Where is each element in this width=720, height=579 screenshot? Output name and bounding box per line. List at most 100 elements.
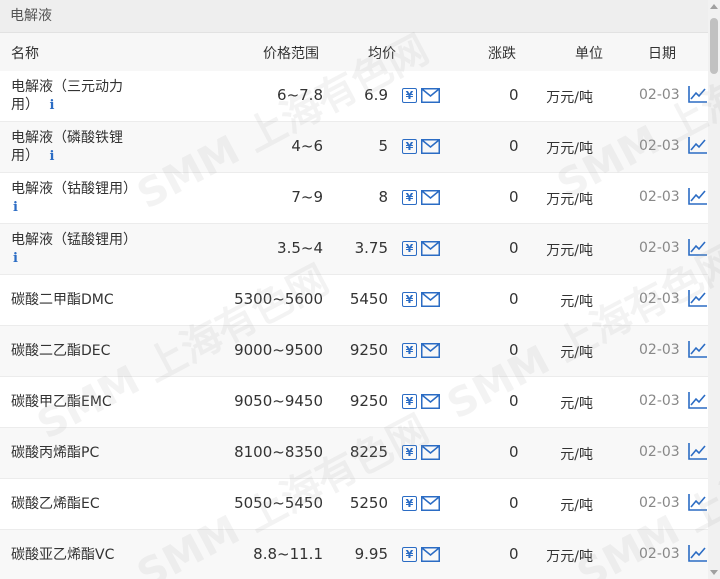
- price-range: 5300~5600: [234, 290, 323, 308]
- mail-icon[interactable]: [421, 139, 440, 154]
- table-row: 碳酸乙烯酯EC 5050~5450 5250 ¥ 0 元/吨 02-03: [0, 479, 708, 530]
- vertical-scrollbar[interactable]: [708, 0, 720, 579]
- line-chart-icon[interactable]: [688, 85, 708, 103]
- average-price: 5: [378, 137, 388, 155]
- table-row: 碳酸丙烯酯PC 8100~8350 8225 ¥ 0 元/吨 02-03: [0, 428, 708, 479]
- price-change: 0: [509, 239, 519, 257]
- price-range: 3.5~4: [277, 239, 323, 257]
- date: 02-03: [639, 291, 680, 307]
- line-chart-icon[interactable]: [688, 391, 708, 409]
- line-chart-icon[interactable]: [688, 544, 708, 562]
- date: 02-03: [639, 189, 680, 205]
- yen-icon[interactable]: ¥: [402, 445, 417, 460]
- price-change: 0: [509, 545, 519, 563]
- unit: 元/吨: [560, 498, 593, 514]
- yen-icon[interactable]: ¥: [402, 547, 417, 562]
- unit: 元/吨: [560, 345, 593, 361]
- table-header: 名称 价格范围 均价 涨跌 单位 日期: [0, 33, 708, 71]
- average-price: 3.75: [354, 239, 388, 257]
- price-range: 4~6: [291, 137, 323, 155]
- scroll-down-icon[interactable]: [710, 570, 718, 575]
- date: 02-03: [639, 495, 680, 511]
- yen-icon[interactable]: ¥: [402, 343, 417, 358]
- row-name: 电解液（钴酸锂用） i: [11, 180, 151, 217]
- mail-icon[interactable]: [421, 547, 440, 562]
- yen-icon[interactable]: ¥: [402, 139, 417, 154]
- column-date: 日期: [648, 46, 676, 62]
- line-chart-icon[interactable]: [688, 136, 708, 154]
- price-range: 7~9: [291, 188, 323, 206]
- average-price: 9250: [349, 392, 388, 410]
- row-name: 碳酸二乙酯DEC: [11, 343, 111, 359]
- info-icon[interactable]: i: [49, 98, 54, 113]
- row-name: 电解液（锰酸锂用） i: [11, 231, 151, 268]
- info-icon[interactable]: i: [13, 199, 151, 217]
- yen-icon[interactable]: ¥: [402, 496, 417, 511]
- info-icon[interactable]: i: [13, 250, 151, 268]
- yen-icon[interactable]: ¥: [402, 241, 417, 256]
- price-range: 6~7.8: [277, 86, 323, 104]
- mail-icon[interactable]: [421, 496, 440, 511]
- unit: 万元/吨: [546, 192, 593, 208]
- price-range: 8100~8350: [234, 443, 323, 461]
- info-icon[interactable]: i: [49, 149, 54, 164]
- column-unit: 单位: [575, 46, 603, 62]
- scroll-up-icon[interactable]: [710, 4, 718, 9]
- yen-icon[interactable]: ¥: [402, 394, 417, 409]
- price-range: 9000~9500: [234, 341, 323, 359]
- table-row: 碳酸二甲酯DMC 5300~5600 5450 ¥ 0 元/吨 02-03: [0, 275, 708, 326]
- line-chart-icon[interactable]: [688, 187, 708, 205]
- mail-icon[interactable]: [421, 292, 440, 307]
- average-price: 9250: [349, 341, 388, 359]
- mail-icon[interactable]: [421, 88, 440, 103]
- yen-icon[interactable]: ¥: [402, 88, 417, 103]
- mail-icon[interactable]: [421, 445, 440, 460]
- date: 02-03: [639, 444, 680, 460]
- price-change: 0: [509, 290, 519, 308]
- date: 02-03: [639, 240, 680, 256]
- date: 02-03: [639, 393, 680, 409]
- mail-icon[interactable]: [421, 394, 440, 409]
- mail-icon[interactable]: [421, 241, 440, 256]
- average-price: 5250: [349, 494, 388, 512]
- price-range: 5050~5450: [234, 494, 323, 512]
- price-range: 9050~9450: [234, 392, 323, 410]
- line-chart-icon[interactable]: [688, 289, 708, 307]
- row-name: 电解液（三元动力 用） i: [11, 79, 123, 113]
- unit: 元/吨: [560, 396, 593, 412]
- date: 02-03: [639, 342, 680, 358]
- average-price: 8: [378, 188, 388, 206]
- column-range: 价格范围: [263, 46, 319, 62]
- unit: 万元/吨: [546, 549, 593, 565]
- mail-icon[interactable]: [421, 190, 440, 205]
- price-change: 0: [509, 188, 519, 206]
- table-row: 碳酸二乙酯DEC 9000~9500 9250 ¥ 0 元/吨 02-03: [0, 326, 708, 377]
- table-row: 电解液（三元动力 用） i 6~7.8 6.9 ¥ 0 万元/吨 02-03: [0, 71, 708, 122]
- line-chart-icon[interactable]: [688, 493, 708, 511]
- unit: 万元/吨: [546, 141, 593, 157]
- price-range: 8.8~11.1: [253, 545, 323, 563]
- average-price: 8225: [349, 443, 388, 461]
- unit: 万元/吨: [546, 243, 593, 259]
- line-chart-icon[interactable]: [688, 340, 708, 358]
- scroll-thumb[interactable]: [710, 18, 718, 74]
- yen-icon[interactable]: ¥: [402, 292, 417, 307]
- price-change: 0: [509, 392, 519, 410]
- row-name: 碳酸甲乙酯EMC: [11, 394, 112, 410]
- table-row: 碳酸亚乙烯酯VC 8.8~11.1 9.95 ¥ 0 万元/吨 02-03: [0, 530, 708, 579]
- row-name: 碳酸丙烯酯PC: [11, 445, 100, 461]
- average-price: 9.95: [354, 545, 388, 563]
- unit: 元/吨: [560, 294, 593, 310]
- row-name: 电解液（磷酸铁锂 用） i: [11, 130, 123, 164]
- yen-icon[interactable]: ¥: [402, 190, 417, 205]
- table-row: 电解液（磷酸铁锂 用） i 4~6 5 ¥ 0 万元/吨 02-03: [0, 122, 708, 173]
- column-avg: 均价: [368, 46, 396, 62]
- date: 02-03: [639, 138, 680, 154]
- mail-icon[interactable]: [421, 343, 440, 358]
- unit: 元/吨: [560, 447, 593, 463]
- price-change: 0: [509, 341, 519, 359]
- line-chart-icon[interactable]: [688, 442, 708, 460]
- line-chart-icon[interactable]: [688, 238, 708, 256]
- row-name: 碳酸乙烯酯EC: [11, 496, 100, 512]
- table-row: 电解液（钴酸锂用） i 7~9 8 ¥ 0 万元/吨 02-03: [0, 173, 708, 224]
